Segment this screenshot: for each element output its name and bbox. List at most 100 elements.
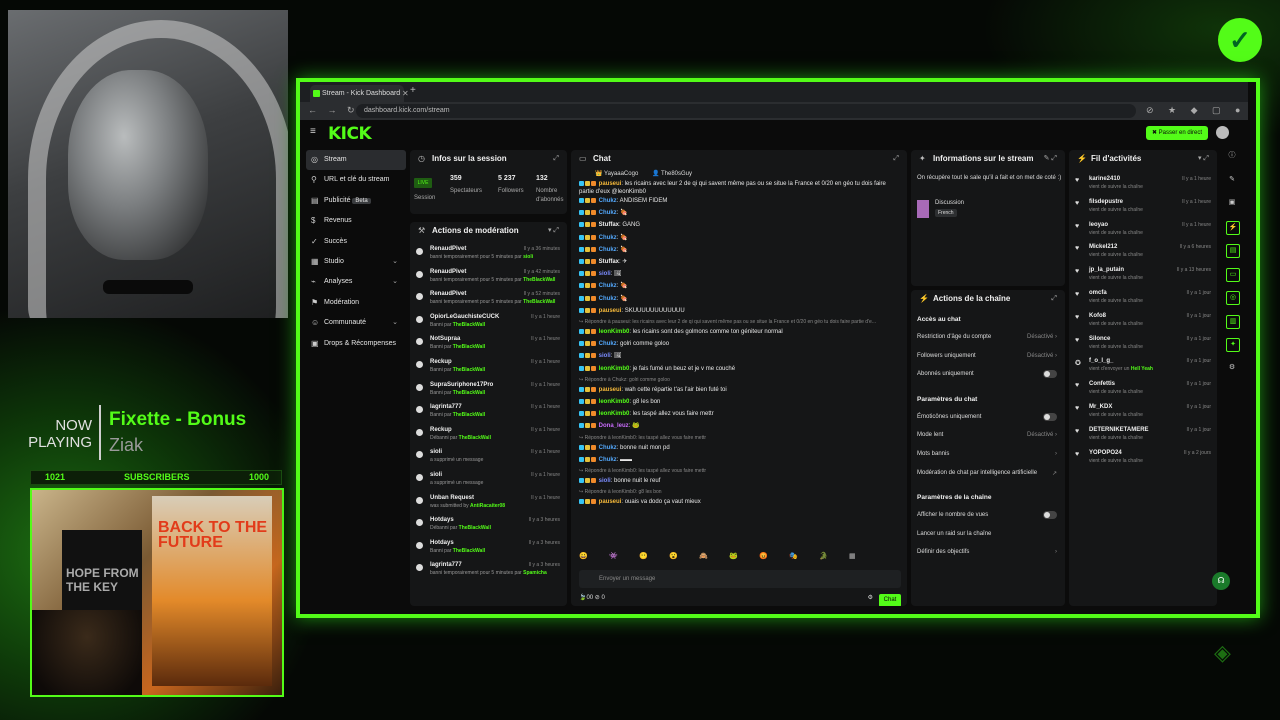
- chat-username[interactable]: Chukz: [599, 247, 617, 253]
- chat-message[interactable]: pauseui: wah cette répartie t'as l'air b…: [579, 386, 899, 394]
- moderation-item[interactable]: Unban Request Il y a 1 heure was submitt…: [414, 495, 562, 517]
- chat-message[interactable]: leonKimb0: les taspé allez vous faire me…: [579, 410, 899, 418]
- chat-message[interactable]: Chukz: 🍖: [579, 295, 899, 303]
- avatar[interactable]: [1216, 126, 1229, 139]
- rail-icon[interactable]: ▥: [1226, 314, 1240, 329]
- emote-icon[interactable]: 🐸: [729, 552, 759, 560]
- activity-item[interactable]: ♥ filsdepustre Il y a 1 heure vient de s…: [1075, 199, 1211, 219]
- rail-icon[interactable]: ⚡: [1226, 220, 1240, 235]
- activity-item[interactable]: ♥ Mr_KDX Il y a 1 jour vient de suivre l…: [1075, 404, 1211, 424]
- activity-item[interactable]: ♥ DETERNIKETAMERE Il y a 1 jour vient de…: [1075, 427, 1211, 447]
- popout-icon[interactable]: ⤢: [893, 150, 899, 168]
- chat-message[interactable]: pauseui: les ricains avec leur 2 de qi q…: [579, 180, 899, 196]
- activity-item[interactable]: ♥ Silonce Il y a 1 jour vient de suivre …: [1075, 336, 1211, 356]
- chat-username[interactable]: pauseui: [599, 387, 622, 393]
- chat-message[interactable]: Chukz: 🍖: [579, 234, 899, 242]
- sidebar-item[interactable]: $ Revenus: [306, 211, 406, 231]
- rail-icon[interactable]: ▣: [1226, 197, 1238, 209]
- chat-username[interactable]: leonKimb0: [599, 329, 630, 335]
- chat-username[interactable]: Chukz: [599, 457, 617, 463]
- chat-username[interactable]: pauseui: [599, 181, 622, 187]
- sidebar-item[interactable]: ◎ Stream: [306, 150, 406, 171]
- url-input[interactable]: dashboard.kick.com/stream: [356, 104, 1136, 118]
- moderation-item[interactable]: Hotdays Il y a 3 heures Débanni par TheB…: [414, 517, 562, 539]
- toggle-switch[interactable]: [1043, 412, 1057, 421]
- activity-item[interactable]: ♥ Kofo8 Il y a 1 jour vient de suivre la…: [1075, 313, 1211, 333]
- moderation-item[interactable]: RenaudPivet Il y a 36 minutes banni temp…: [414, 246, 562, 268]
- moderation-item[interactable]: sioli Il y a 1 heure a supprimé un messa…: [414, 472, 562, 494]
- chat-message[interactable]: sioli: bonne nuit le reuf: [579, 477, 899, 485]
- setting-row[interactable]: Émoticônes uniquement: [917, 412, 1057, 421]
- activity-item[interactable]: ♥ Mickel212 Il y a 6 heures vient de sui…: [1075, 244, 1211, 264]
- setting-row[interactable]: Restriction d'âge du compte Désactivé ›: [917, 334, 1057, 340]
- sidebar-item[interactable]: ▦ Studio ⌄: [306, 252, 406, 272]
- moderation-item[interactable]: RenaudPivet Il y a 52 minutes banni temp…: [414, 291, 562, 313]
- pinned-user[interactable]: 👤 The80sGuy: [652, 170, 692, 177]
- activity-item[interactable]: ♥ omcfa Il y a 1 jour vient de suivre la…: [1075, 290, 1211, 310]
- close-tab-icon[interactable]: ✕: [402, 85, 409, 102]
- chat-message[interactable]: Stuffax: ✈: [579, 258, 899, 266]
- chat-username[interactable]: Chukz: [599, 210, 617, 216]
- pinned-user[interactable]: 👑 YayaaaCogo: [595, 170, 638, 177]
- moderation-item[interactable]: lagrinta777 Il y a 1 heure Banni par The…: [414, 404, 562, 426]
- chat-username[interactable]: sioli: [599, 271, 611, 277]
- activity-item[interactable]: ♥ jp_la_putain Il y a 13 heures vient de…: [1075, 267, 1211, 287]
- help-icon[interactable]: ☊: [1212, 572, 1230, 590]
- chat-message[interactable]: leonKimb0: g8 les bon: [579, 398, 899, 406]
- sidebar-item[interactable]: ▣ Drops & Récompenses: [306, 334, 406, 354]
- activity-item[interactable]: ♥ Confettis Il y a 1 jour vient de suivr…: [1075, 381, 1211, 401]
- setting-row[interactable]: Afficher le nombre de vues: [917, 511, 1057, 520]
- extension-icons[interactable]: ⊘ ★ ◆ ▢ ●: [1146, 105, 1246, 116]
- rail-icon[interactable]: ▤: [1226, 244, 1240, 258]
- sidebar-item[interactable]: ▤ Publicité Beta: [306, 191, 406, 211]
- emote-icon[interactable]: 😀: [579, 552, 609, 560]
- chat-username[interactable]: Chukz: [599, 445, 617, 451]
- edit-icon[interactable]: ✎ ⤢: [1044, 150, 1057, 168]
- browser-tab[interactable]: Stream - Kick Dashboard ✕: [310, 85, 409, 102]
- rail-icon[interactable]: ✎: [1226, 174, 1238, 186]
- moderation-item[interactable]: Hotdays Il y a 3 heures Banni par TheBla…: [414, 540, 562, 562]
- setting-row[interactable]: Mots bannis ›: [917, 451, 1057, 457]
- moderation-item[interactable]: Reckup Il y a 1 heure Débanni par TheBla…: [414, 427, 562, 449]
- menu-icon[interactable]: ≡: [310, 126, 316, 137]
- chat-username[interactable]: pauseui: [599, 308, 622, 314]
- activity-item[interactable]: ✪ f_o_l_g_ Il y a 1 jour vient d'envoyer…: [1075, 358, 1211, 378]
- chat-message[interactable]: sioli: 🖼: [579, 352, 899, 360]
- chat-username[interactable]: leonKimb0: [599, 399, 630, 405]
- chat-message[interactable]: pauseui: SKUUUUUUUUUUUU: [579, 307, 899, 315]
- chat-message[interactable]: Chukz: 🍖: [579, 209, 899, 217]
- sidebar-item[interactable]: ⚑ Modération: [306, 293, 406, 313]
- sidebar-item[interactable]: ⌁ Analyses ⌄: [306, 272, 406, 292]
- moderation-item[interactable]: NotSupraa Il y a 1 heure Banni par TheBl…: [414, 336, 562, 358]
- chat-message[interactable]: sioli: 🖼: [579, 270, 899, 278]
- chat-username[interactable]: sioli: [599, 353, 611, 359]
- filter-icon[interactable]: ▾ ⤢: [548, 222, 559, 240]
- chat-message[interactable]: Chukz: ANDISEM FIDEM: [579, 197, 899, 205]
- activity-item[interactable]: ♥ YOPOPO24 Il y a 2 jours vient de suivr…: [1075, 450, 1211, 470]
- chat-message[interactable]: Dona_leuz: 🐸: [579, 422, 899, 430]
- chat-message[interactable]: leonKimb0: je fais fumé un beuz et je v …: [579, 365, 899, 373]
- moderation-item[interactable]: SupraSuriphone17Pro Il y a 1 heure Banni…: [414, 382, 562, 404]
- chat-username[interactable]: Dona_leuz: [599, 423, 629, 429]
- emote-icon[interactable]: ▦: [849, 552, 879, 560]
- activity-item[interactable]: ♥ leoyao Il y a 1 heure vient de suivre …: [1075, 222, 1211, 242]
- moderation-item[interactable]: Reckup Il y a 1 heure Banni par TheBlack…: [414, 359, 562, 381]
- chat-message[interactable]: Stuffax: GANG: [579, 221, 899, 229]
- chat-message[interactable]: pauseui: ouais va dodo ça vaut mieux: [579, 498, 899, 506]
- rail-icon[interactable]: ⓘ: [1226, 150, 1238, 162]
- toggle-switch[interactable]: [1043, 370, 1057, 379]
- setting-row[interactable]: Mode lent Désactivé ›: [917, 432, 1057, 438]
- chat-username[interactable]: Chukz: [599, 296, 617, 302]
- emote-icon[interactable]: 👾: [609, 552, 639, 560]
- new-tab-button[interactable]: +: [410, 85, 416, 96]
- settings-icon[interactable]: ⚙: [868, 594, 873, 601]
- setting-row[interactable]: Lancer un raid sur la chaîne: [917, 531, 1057, 537]
- moderation-item[interactable]: OpiorLeGauchisteCUCK Il y a 1 heure Bann…: [414, 314, 562, 336]
- toggle-switch[interactable]: [1043, 511, 1057, 520]
- filter-icon[interactable]: ▾ ⤢: [1198, 150, 1209, 168]
- send-chat-button[interactable]: Chat: [879, 594, 901, 606]
- chat-input[interactable]: Envoyer un message: [579, 570, 901, 588]
- chat-username[interactable]: sioli: [599, 478, 611, 484]
- rail-icon[interactable]: ✦: [1226, 338, 1240, 352]
- chat-username[interactable]: leonKimb0: [599, 366, 630, 372]
